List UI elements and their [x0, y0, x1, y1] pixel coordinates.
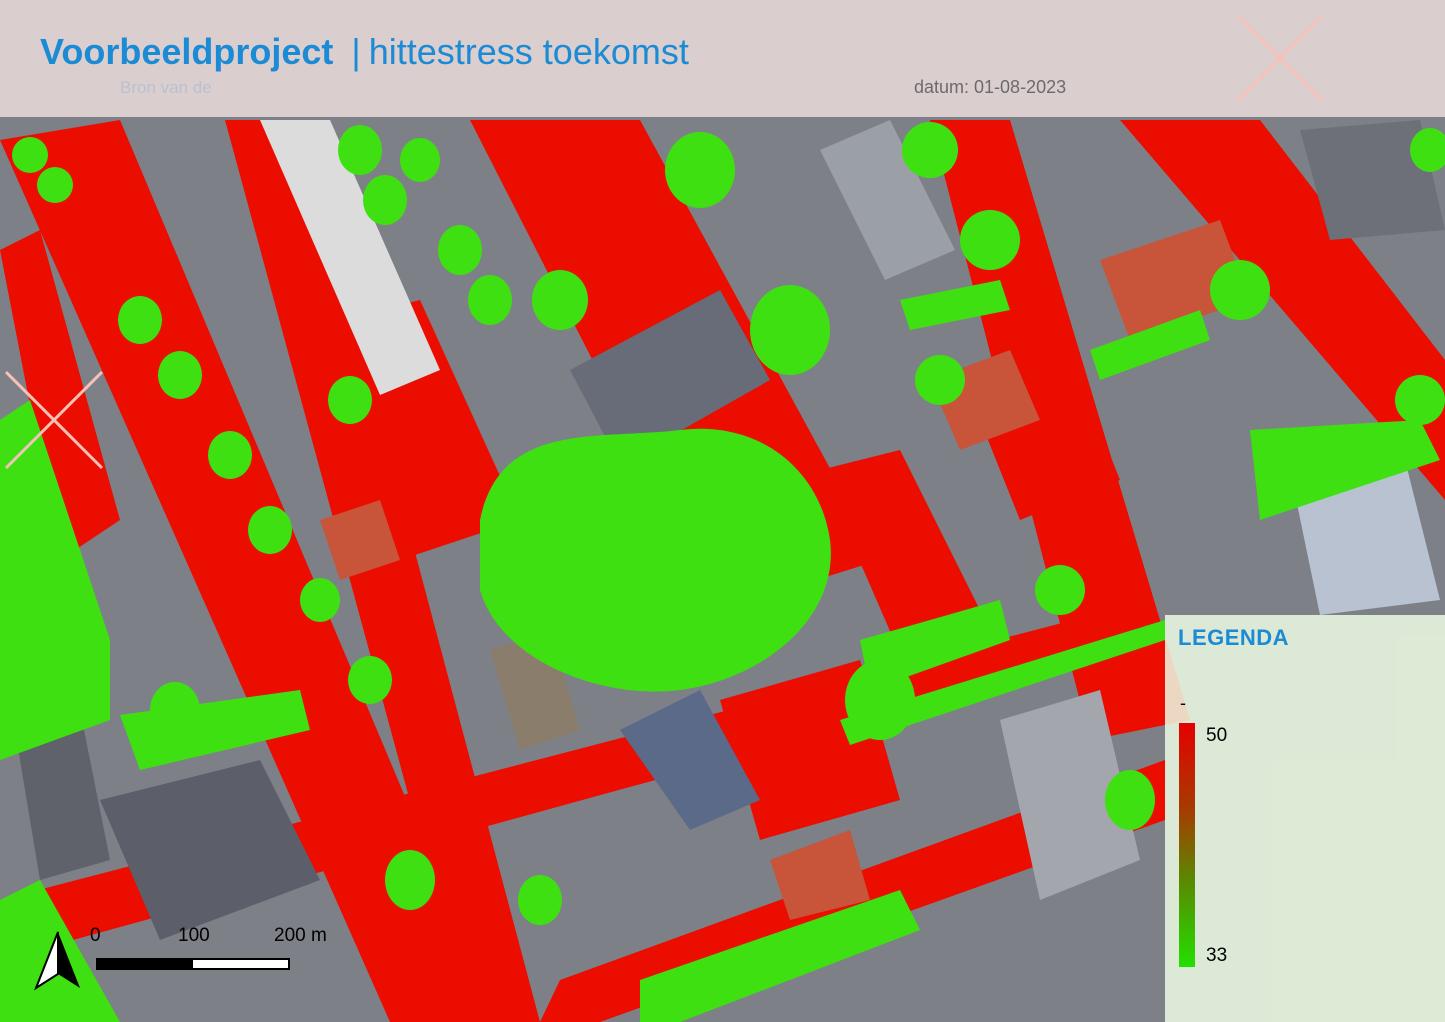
date-label: datum: 01-08-2023 [914, 77, 1067, 97]
title-separator: | [351, 31, 361, 72]
tree-21 [37, 167, 73, 203]
legend-min-value: 33 [1206, 945, 1228, 966]
tree-17 [300, 578, 340, 622]
map-title: Voorbeeldproject | hittestress toekomst [40, 30, 689, 74]
tree-5 [438, 225, 482, 275]
tree-18 [348, 656, 392, 704]
tree-25 [385, 850, 435, 910]
tree-1 [750, 285, 830, 375]
crosshair-icon [1236, 14, 1324, 102]
tree-10 [960, 210, 1020, 270]
tree-20 [12, 137, 48, 173]
tree-23 [915, 355, 965, 405]
tree-16 [248, 506, 292, 554]
scalebar: 0 100 200 m [90, 925, 327, 985]
crosshair-icon [4, 370, 104, 470]
tree-9 [902, 122, 958, 178]
north-arrow-icon [33, 931, 80, 991]
legend-panel: LEGENDA - 50 33 [1165, 615, 1445, 1022]
scale-label-200: 200 m [274, 925, 327, 946]
scale-bar-black-segment [98, 960, 193, 968]
header-band: Voorbeeldproject | hittestress toekomst Br… [0, 0, 1445, 117]
scale-label-100: 100 [178, 925, 210, 946]
faded-subtitle: Bron van de [120, 78, 212, 97]
tree-13 [118, 296, 162, 344]
tree-15 [208, 431, 252, 479]
tree-4 [363, 175, 407, 225]
tree-8 [400, 138, 440, 182]
tree-26 [518, 875, 562, 925]
tree-2 [665, 132, 735, 208]
tree-7 [532, 270, 588, 330]
tree-12 [1395, 375, 1445, 425]
tree-3 [338, 125, 382, 175]
tree-28 [1105, 770, 1155, 830]
tree-27 [1035, 565, 1085, 615]
tree-19 [328, 376, 372, 424]
legend-max-value: 50 [1206, 725, 1228, 746]
legend-title: LEGENDA [1178, 625, 1290, 650]
scale-label-0: 0 [90, 925, 101, 946]
legend-category-label: - [1180, 693, 1186, 713]
scale-bar [96, 958, 290, 970]
tree-6 [468, 275, 512, 325]
tree-14 [158, 351, 202, 399]
tree-11 [1210, 260, 1270, 320]
legend-color-ramp [1179, 723, 1195, 967]
map-topic: hittestress toekomst [368, 31, 689, 72]
project-name: Voorbeeldproject [40, 31, 334, 72]
